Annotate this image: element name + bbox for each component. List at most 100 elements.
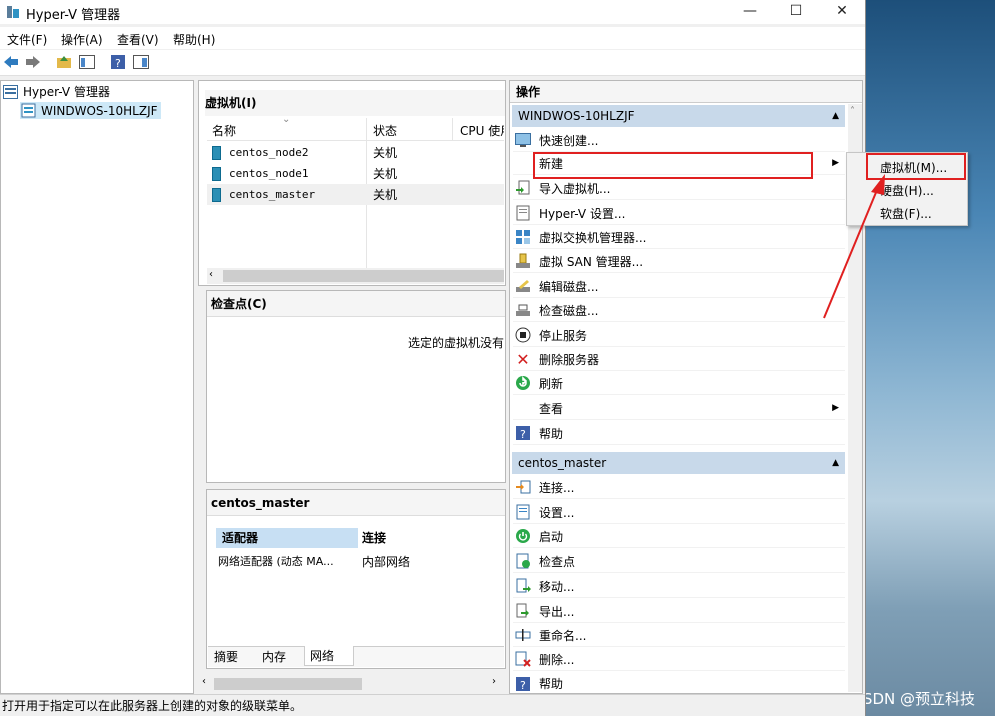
tree-server-label: WINDWOS-10HLZJF	[41, 103, 158, 118]
action-label: 查看	[539, 401, 564, 416]
edit-disk-icon	[515, 278, 531, 294]
col-name[interactable]: 名称	[212, 122, 236, 139]
export-icon	[515, 603, 531, 619]
tab-summary[interactable]: 摘要	[214, 648, 258, 665]
action-label: 删除服务器	[539, 352, 600, 367]
checkpoint-panel	[206, 290, 506, 483]
action-import-vm[interactable]: 导入虚拟机...	[513, 177, 845, 200]
action-quick-create[interactable]: 快速创建...	[513, 129, 845, 152]
col-cpu[interactable]: CPU 使用	[460, 122, 504, 139]
action-label: 重命名...	[539, 628, 587, 643]
action-remove-server[interactable]: ✕ 删除服务器	[513, 348, 845, 371]
action-edit-disk[interactable]: 编辑磁盘...	[513, 275, 845, 298]
col-state[interactable]: 状态	[373, 122, 397, 139]
back-arrow-icon[interactable]	[2, 53, 20, 71]
help-icon: ?	[515, 425, 531, 441]
hyperv-app-icon	[6, 5, 20, 19]
tree-server-node[interactable]: WINDWOS-10HLZJF	[20, 102, 161, 119]
col-connection[interactable]: 连接	[362, 528, 386, 548]
action-vm-settings[interactable]: 设置...	[513, 501, 845, 524]
close-button[interactable]: ✕	[819, 0, 865, 24]
action-checkpoint[interactable]: 检查点	[513, 550, 845, 573]
submenu-arrow-icon: ▶	[832, 403, 839, 413]
action-connect[interactable]: 连接...	[513, 476, 845, 499]
vm-name: centos_node1	[229, 167, 309, 180]
vm-icon	[212, 187, 221, 202]
forward-arrow-icon[interactable]	[24, 53, 42, 71]
action-move[interactable]: 移动...	[513, 575, 845, 598]
up-folder-icon[interactable]	[55, 53, 73, 71]
action-inspect-disk[interactable]: 检查磁盘...	[513, 299, 845, 322]
scroll-right-icon[interactable]: ›	[492, 676, 496, 687]
scroll-left-icon[interactable]: ‹	[209, 269, 213, 280]
vm-panel-title: 虚拟机(I)	[205, 90, 505, 116]
action-label: 编辑磁盘...	[539, 279, 599, 294]
vm-name: centos_node2	[229, 146, 309, 159]
table-row-selected[interactable]: centos_master 关机	[207, 184, 504, 205]
power-icon	[515, 528, 531, 544]
scrollbar-thumb[interactable]	[214, 678, 362, 690]
menu-action[interactable]: 操作(A)	[61, 31, 103, 48]
action-rename[interactable]: 重命名...	[513, 624, 845, 647]
vm-icon	[212, 166, 221, 181]
actions-title: 操作	[510, 81, 862, 103]
collapse-icon[interactable]: ▲	[832, 105, 839, 127]
vm-section-header[interactable]: centos_master ▲	[512, 452, 845, 474]
action-virtual-san-manager[interactable]: 虚拟 SAN 管理器...	[513, 250, 845, 273]
action-label: 启动	[539, 529, 564, 544]
action-label: 虚拟 SAN 管理器...	[539, 254, 644, 269]
scroll-up-icon[interactable]: ˄	[850, 106, 855, 117]
move-icon	[515, 578, 531, 594]
action-start[interactable]: 启动	[513, 525, 845, 548]
action-label: 检查点	[539, 554, 576, 569]
vm-icon	[212, 145, 221, 160]
settings-page-icon	[515, 205, 531, 221]
scroll-left-icon[interactable]: ‹	[202, 676, 206, 687]
action-help-server[interactable]: ? 帮助	[513, 422, 845, 445]
vm-state: 关机	[373, 146, 398, 160]
hyperv-window: Hyper-V 管理器 — ☐ ✕ 文件(F) 操作(A) 查看(V) 帮助(H…	[0, 0, 866, 716]
action-label: 刷新	[539, 376, 564, 391]
checkpoint-panel-title: 检查点(C)	[207, 291, 505, 317]
action-label: 删除...	[539, 652, 575, 667]
menu-help[interactable]: 帮助(H)	[173, 31, 215, 48]
table-row[interactable]: centos_node1 关机	[207, 163, 504, 184]
tab-memory[interactable]: 内存	[262, 648, 302, 665]
col-adapter[interactable]: 适配器	[216, 528, 358, 548]
submenu-arrow-icon: ▶	[832, 158, 839, 168]
svg-text:?: ?	[115, 57, 121, 70]
tab-network[interactable]: 网络	[304, 646, 354, 666]
help-icon[interactable]: ?	[109, 53, 127, 71]
maximize-button[interactable]: ☐	[773, 0, 819, 24]
delete-vm-icon	[515, 651, 531, 667]
action-view[interactable]: 查看 ▶	[513, 397, 845, 420]
table-row[interactable]: centos_node2 关机	[207, 142, 504, 163]
vm-state: 关机	[373, 167, 398, 181]
menu-file[interactable]: 文件(F)	[7, 31, 47, 48]
action-hyperv-settings[interactable]: Hyper-V 设置...	[513, 202, 845, 225]
action-help-vm[interactable]: ? 帮助	[513, 672, 845, 695]
navigation-tree	[0, 80, 194, 694]
menu-view[interactable]: 查看(V)	[117, 31, 159, 48]
action-label: 停止服务	[539, 328, 588, 343]
vm-name: centos_master	[229, 188, 316, 201]
details-panel	[206, 489, 506, 669]
settings-page-icon	[515, 504, 531, 520]
action-label: 导入虚拟机...	[539, 181, 611, 196]
show-hide-action-pane-icon[interactable]	[132, 53, 150, 71]
action-delete[interactable]: 删除...	[513, 648, 845, 671]
action-export[interactable]: 导出...	[513, 600, 845, 623]
help-icon: ?	[515, 676, 531, 692]
show-hide-tree-icon[interactable]	[78, 53, 96, 71]
minimize-button[interactable]: —	[727, 0, 773, 24]
server-section-header[interactable]: WINDWOS-10HLZJF ▲	[512, 105, 845, 127]
tree-root-node[interactable]: Hyper-V 管理器	[3, 83, 110, 100]
collapse-icon[interactable]: ▲	[832, 452, 839, 474]
refresh-icon	[515, 375, 531, 391]
action-virtual-switch-manager[interactable]: 虚拟交换机管理器...	[513, 226, 845, 249]
action-refresh[interactable]: 刷新	[513, 372, 845, 395]
connection-value: 内部网络	[362, 555, 411, 569]
scrollbar-thumb[interactable]	[223, 270, 504, 282]
action-label: 虚拟交换机管理器...	[539, 230, 647, 245]
action-stop-service[interactable]: 停止服务	[513, 324, 845, 347]
